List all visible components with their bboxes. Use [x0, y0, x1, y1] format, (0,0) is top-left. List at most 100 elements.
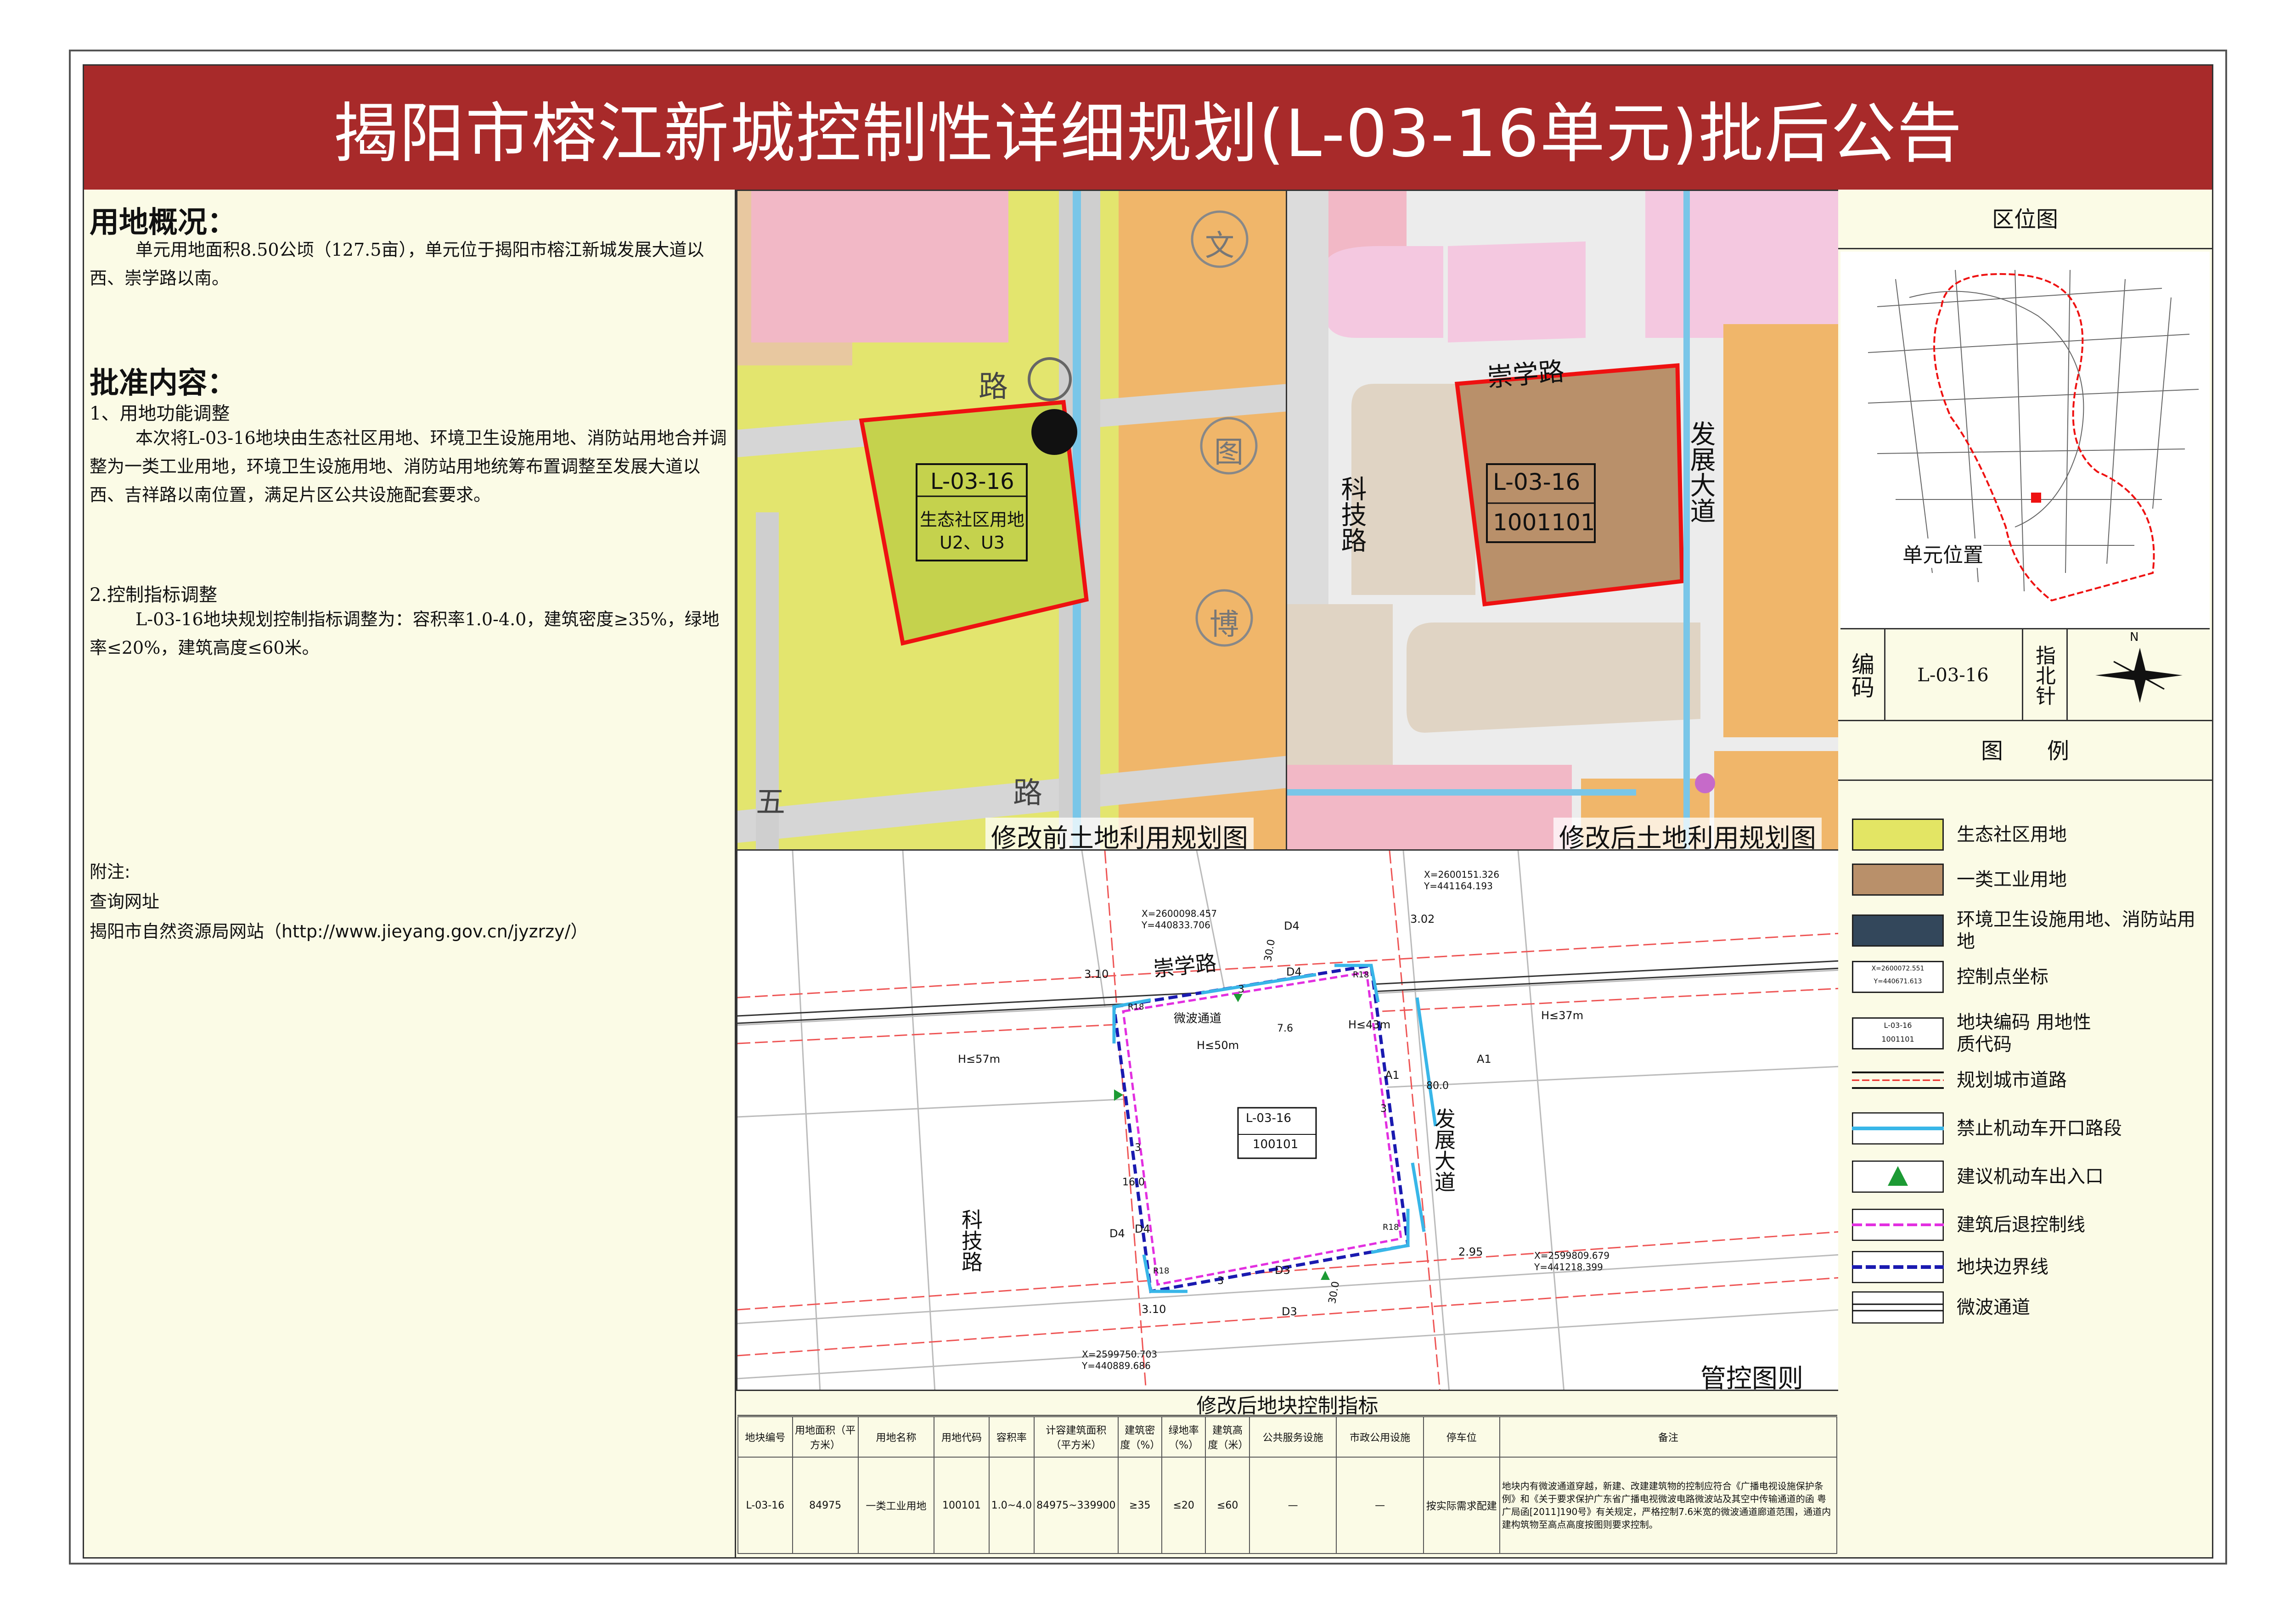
location-map-drawing [1868, 269, 2199, 602]
th-code: 地块编号 [737, 1416, 793, 1458]
before-caption: 修改前土地利用规划图 [985, 818, 1254, 849]
td-code: L-03-16 [737, 1457, 793, 1554]
ctl-coord-ne-x: X=2600151.326 [1424, 869, 1500, 880]
legend-label-sanitation: 环境卫生设施用地、消防站用地 [1957, 909, 2195, 952]
legend-item-entrance: 建议机动车出入口 [1852, 1161, 2104, 1193]
note-label: 附注: [90, 862, 130, 882]
th-public: 公共服务设施 [1249, 1416, 1337, 1458]
ctl-line-d4-1: D4 [1109, 1227, 1125, 1240]
control-table: 地块编号 用地面积（平方米） 用地名称 用地代码 容积率 计容建筑面积（平方米）… [737, 1416, 1838, 1554]
item1-title: 1、用地功能调整 [90, 403, 230, 424]
legend-swatch-coord: X=2600072.551 Y=440671.613 [1852, 961, 1944, 993]
before-label-road2: 路 [1013, 776, 1042, 810]
ctl-setback-3: 3 [1135, 1142, 1141, 1154]
north-label: 指北针 [2022, 629, 2068, 721]
th-density: 建筑密度（%） [1117, 1416, 1162, 1458]
page-title: 揭阳市榕江新城控制性详细规划(L-03-16单元)批后公告 [333, 96, 1963, 172]
code-label: 编码 [1838, 629, 1885, 721]
legend-label-industrial: 一类工业用地 [1957, 869, 2067, 890]
td-public: — [1249, 1457, 1337, 1554]
ctl-line-d4-2: D4 [1135, 1223, 1150, 1235]
ctl-road-west: 科技路 [958, 1209, 983, 1272]
ctl-height-4: H≤37m [1541, 1009, 1584, 1022]
th-height: 建筑高度（米） [1205, 1416, 1250, 1458]
ctl-setback-2: 3 [1380, 1103, 1387, 1115]
overview-text: 单元用地面积8.50公顷（127.5亩），单元位于揭阳市榕江新城发展大道以西、崇… [90, 240, 704, 288]
legend-parcel-code: L-03-16 [1884, 1021, 1912, 1030]
map-after: L-03-16 1001101 崇学路 发展大道 科技路 修改后土地利用规划图 [1286, 190, 1840, 851]
ctl-line-a1-1: A1 [1385, 1069, 1400, 1082]
th-gfa: 计容建筑面积（平方米） [1034, 1416, 1119, 1458]
ctl-line-d4-3: D4 [1284, 920, 1300, 932]
text-panel: 用地概况： 单元用地面积8.50公顷（127.5亩），单元位于揭阳市榕江新城发展… [84, 190, 736, 1557]
legend-item-no-access: 禁止机动车开口路段 [1852, 1112, 2122, 1144]
legend-heading: 图 例 [1838, 721, 2212, 781]
right-column: 区位图 单元位置 编码 L-03-16 指北针 N 图 例 生态社区用地 一类工… [1838, 190, 2212, 1557]
th-use-code: 用地代码 [934, 1416, 990, 1458]
legend-item-road: 规划城市道路 [1852, 1064, 2067, 1096]
map-before: L-03-16 生态社区用地 U2、U3 路 五 路 文 图 博 修改前土地利用… [736, 190, 1287, 851]
north-n: N [2130, 630, 2139, 644]
after-road-west: 科技路 [1337, 476, 1367, 553]
control-caption: 管控图则 [1695, 1358, 1809, 1390]
ctl-coord-nw-y: Y=440833.706 [1142, 920, 1210, 931]
control-map: L-03-16 100101 崇学路 发展大道 科技路 微波通道 X=26000… [736, 849, 1840, 1391]
after-caption: 修改后土地利用规划图 [1553, 818, 1822, 849]
legend-swatch-road [1852, 1071, 1944, 1089]
before-parcel-use: 生态社区用地 [919, 510, 1024, 530]
th-use-name: 用地名称 [857, 1416, 935, 1458]
item2-text: L-03-16地块规划控制指标调整为：容积率1.0-4.0，建筑密度≥35%，绿… [90, 609, 720, 658]
legend-label-setback: 建筑后退控制线 [1957, 1214, 2085, 1235]
overview-heading: 用地概况： [90, 206, 236, 240]
td-green: ≤20 [1161, 1457, 1206, 1554]
ctl-elev-3: 2.95 [1458, 1245, 1483, 1258]
ctl-setback-4: 3 [1217, 1275, 1224, 1287]
before-label-five: 五 [756, 785, 785, 819]
before-label-road1: 路 [979, 370, 1008, 404]
th-area: 用地面积（平方米） [792, 1416, 859, 1458]
td-municipal: — [1336, 1457, 1424, 1554]
ctl-line-a1-2: A1 [1477, 1053, 1491, 1066]
legend-item-setback: 建筑后退控制线 [1852, 1209, 2085, 1241]
compass-icon [2095, 648, 2183, 703]
ctl-coord-sw-x: X=2599750.703 [1082, 1349, 1158, 1360]
ctl-elev-2: 3.02 [1410, 913, 1435, 925]
legend-item-eco: 生态社区用地 [1852, 819, 2067, 851]
td-use-code: 100101 [934, 1457, 990, 1554]
legend-swatch-eco [1852, 819, 1944, 851]
ctl-coord-nw-x: X=2600098.457 [1142, 908, 1217, 919]
th-note: 备注 [1499, 1416, 1838, 1458]
legend-item-industrial: 一类工业用地 [1852, 864, 2067, 896]
ctl-height-1: H≤57m [958, 1053, 1001, 1066]
ctl-parcel-code: L-03-16 [1246, 1111, 1291, 1125]
ctl-parcel-use-code: 100101 [1253, 1138, 1299, 1151]
item1-text: 本次将L-03-16地块由生态社区用地、环境卫生设施用地、消防站用地合并调整为一… [90, 428, 727, 505]
after-parcel-code: L-03-16 [1493, 469, 1581, 495]
north-arrow: N [2068, 629, 2212, 721]
before-label-tu: 图 [1214, 436, 1244, 470]
code-value: L-03-16 [1917, 665, 1989, 686]
legend-swatch-no-access [1852, 1112, 1944, 1144]
td-use-name: 一类工业用地 [857, 1457, 935, 1554]
table-row: L-03-16 84975 一类工业用地 100101 1.0~4.0 8497… [737, 1457, 1838, 1554]
td-height: ≤60 [1205, 1457, 1250, 1554]
item2-title: 2.控制指标调整 [90, 584, 218, 606]
before-label-wen: 文 [1205, 229, 1234, 263]
ctl-coord-sw-y: Y=440889.686 [1082, 1360, 1151, 1371]
ctl-coord-ne-y: Y=441164.193 [1424, 881, 1493, 892]
ctl-dim-1: 80.0 [1426, 1080, 1449, 1092]
td-area: 84975 [792, 1457, 859, 1554]
ctl-radius-4: R18 [1153, 1266, 1170, 1276]
before-label-bo: 博 [1210, 608, 1239, 642]
td-far: 1.0~4.0 [988, 1457, 1035, 1554]
legend-item-boundary: 地块边界线 [1852, 1251, 2048, 1283]
legend-label-boundary: 地块边界线 [1957, 1256, 2048, 1278]
td-gfa: 84975~339900 [1034, 1457, 1119, 1554]
ctl-road-east: 发展大道 [1431, 1108, 1456, 1192]
ctl-line-d3-2: D3 [1282, 1305, 1297, 1318]
query-label: 查询网址 [90, 892, 160, 912]
legend-coord-x: X=2600072.551 [1871, 965, 1925, 972]
td-density: ≥35 [1117, 1457, 1162, 1554]
ctl-radius-3: R18 [1383, 1223, 1399, 1232]
table-header-row: 地块编号 用地面积（平方米） 用地名称 用地代码 容积率 计容建筑面积（平方米）… [737, 1416, 1838, 1458]
